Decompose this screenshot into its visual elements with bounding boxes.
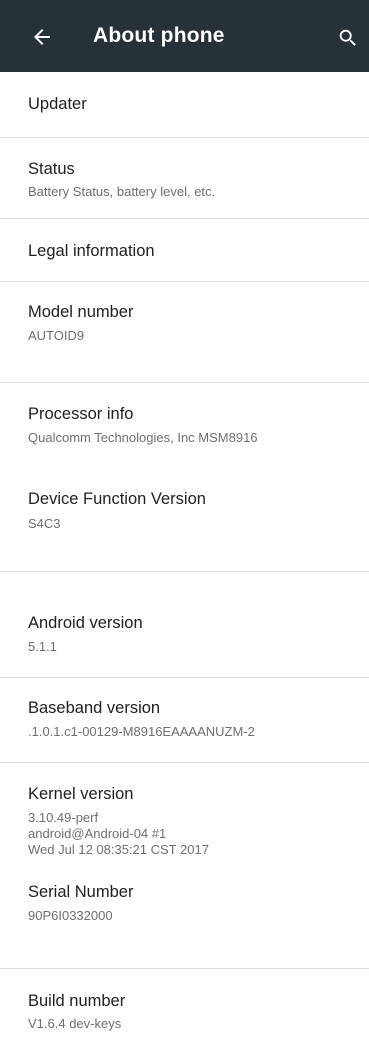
list-item-processor-info[interactable]: Processor info Qualcomm Technologies, In… (0, 383, 369, 473)
item-subtitle: 90P6I0332000 (28, 908, 113, 923)
item-subtitle: 3.10.49-perf android@Android-04 #1 Wed J… (28, 810, 209, 857)
item-subtitle: S4C3 (28, 516, 61, 531)
item-subtitle: Battery Status, battery level, etc. (28, 184, 216, 199)
list-item-kernel-version[interactable]: Kernel version 3.10.49-perf android@Andr… (0, 763, 369, 883)
item-title: Serial Number (28, 883, 134, 901)
item-title: Model number (28, 303, 134, 321)
item-subtitle: AUTOID9 (28, 328, 85, 343)
app-toolbar: About phone (0, 0, 369, 72)
list-item-model-number[interactable]: Model number AUTOID9 (0, 282, 369, 382)
page-title: About phone (93, 24, 225, 47)
item-subtitle: 5.1.1 (28, 639, 57, 654)
list-item-updater[interactable]: Updater (0, 72, 369, 137)
list-item-build-number[interactable]: Build number V1.6.4 dev-keys (0, 969, 369, 1039)
item-title: Device Function Version (28, 490, 206, 508)
list-item-status[interactable]: Status Battery Status, battery level, et… (0, 138, 369, 218)
arrow-left-icon[interactable] (30, 25, 54, 49)
list-item-legal-information[interactable]: Legal information (0, 219, 369, 281)
search-icon[interactable] (337, 27, 359, 49)
list-item-serial-number[interactable]: Serial Number 90P6I0332000 (0, 883, 369, 968)
item-title: Status (28, 160, 75, 178)
item-subtitle: .1.0.1.c1-00129-M8916EAAAANUZM-2 (28, 724, 255, 739)
item-title: Baseband version (28, 699, 161, 717)
item-title: Legal information (28, 242, 155, 260)
item-title: Kernel version (28, 785, 134, 803)
list-item-android-version[interactable]: Android version 5.1.1 (0, 572, 369, 677)
list-item-device-function-version[interactable]: Device Function Version S4C3 (0, 473, 369, 571)
list-item-baseband-version[interactable]: Baseband version .1.0.1.c1-00129-M8916EA… (0, 678, 369, 762)
item-title: Updater (28, 95, 87, 113)
item-subtitle: Qualcomm Technologies, Inc MSM8916 (28, 430, 258, 445)
item-title: Android version (28, 614, 143, 632)
item-subtitle: V1.6.4 dev-keys (28, 1016, 122, 1031)
item-title: Build number (28, 992, 126, 1010)
item-title: Processor info (28, 405, 134, 423)
